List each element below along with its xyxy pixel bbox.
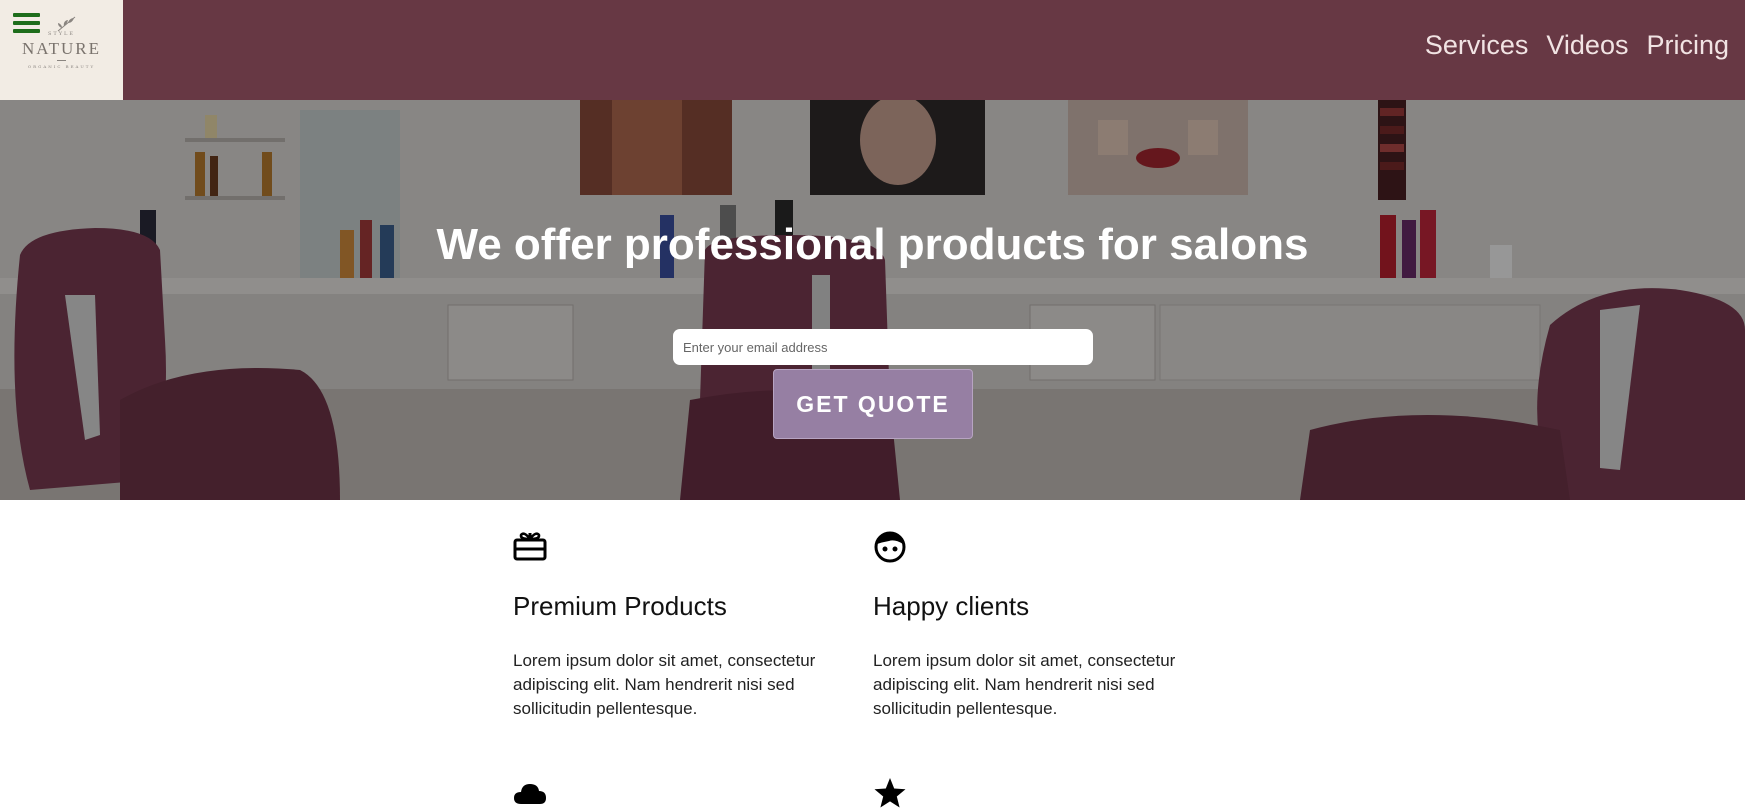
logo-top-text: STYLE bbox=[47, 31, 76, 37]
feature-title: Premium Products bbox=[513, 591, 727, 621]
hero-overlay bbox=[0, 100, 1745, 500]
site-header: STYLE NATURE ORGANIC BEAUTY Services Vid… bbox=[0, 0, 1745, 100]
logo[interactable]: STYLE NATURE ORGANIC BEAUTY bbox=[0, 0, 123, 100]
nav-link-services[interactable]: Services bbox=[1425, 30, 1529, 61]
logo-tagline: ORGANIC BEAUTY bbox=[27, 64, 96, 69]
nav-link-pricing[interactable]: Pricing bbox=[1646, 30, 1729, 61]
logo-divider bbox=[57, 60, 66, 61]
main-nav: Services Videos Pricing bbox=[1407, 30, 1729, 61]
hero-section: We offer professional products for salon… bbox=[0, 100, 1745, 500]
face-icon bbox=[874, 531, 906, 563]
feature-title: Happy clients bbox=[873, 591, 1030, 621]
get-quote-button[interactable]: GET QUOTE bbox=[773, 369, 973, 439]
email-input[interactable] bbox=[673, 329, 1093, 365]
cloud-icon bbox=[514, 784, 546, 804]
hero-title: We offer professional products for salon… bbox=[436, 220, 1309, 269]
feature-text: Lorem ipsum dolor sit amet, consectetur … bbox=[873, 651, 1176, 718]
feature-text: Lorem ipsum dolor sit amet, consectetur … bbox=[513, 651, 816, 718]
gift-card-icon bbox=[513, 532, 547, 561]
star-icon bbox=[874, 778, 906, 808]
logo-name: NATURE bbox=[21, 39, 102, 58]
nav-link-videos[interactable]: Videos bbox=[1546, 30, 1628, 61]
